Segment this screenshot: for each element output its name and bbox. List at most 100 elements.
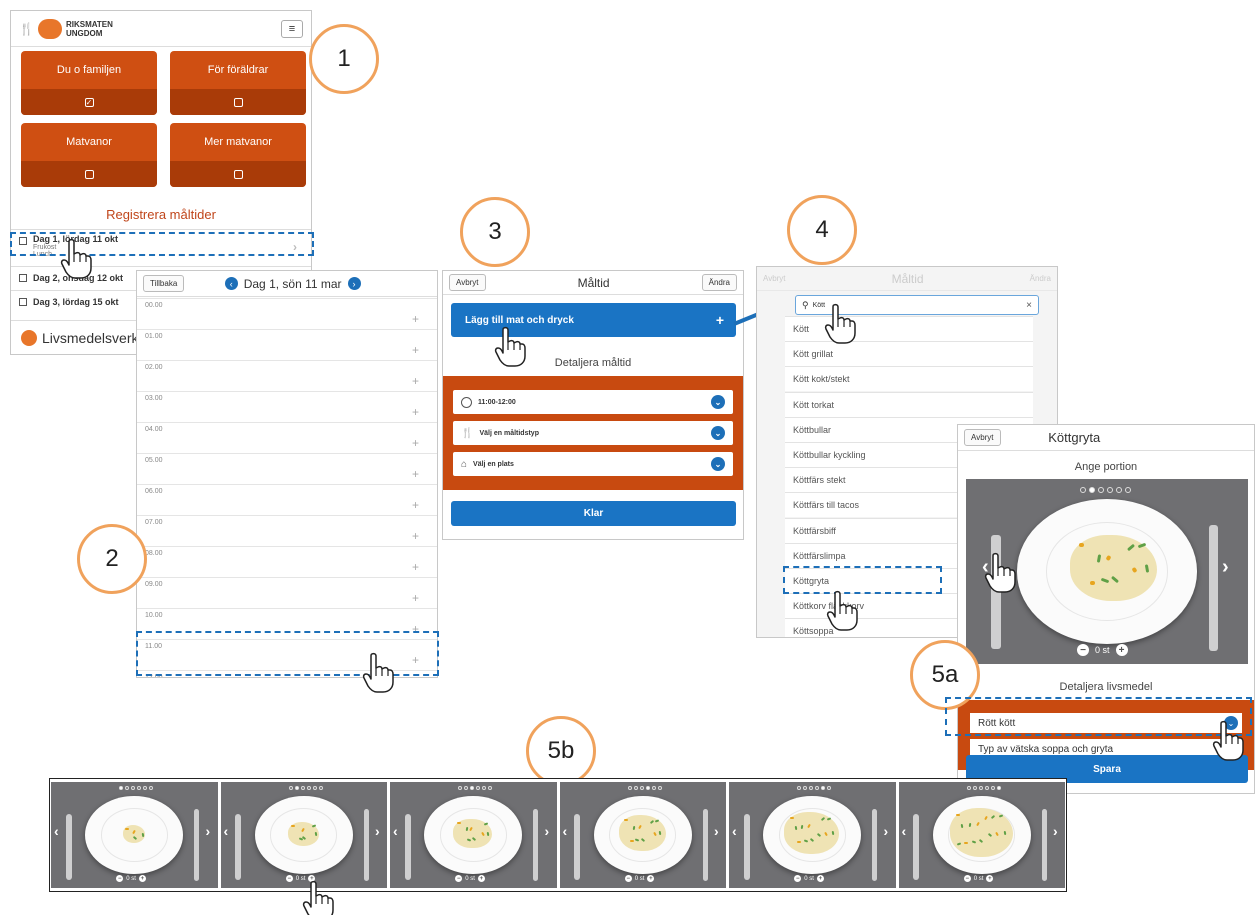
portion-dot[interactable]: [797, 786, 802, 790]
portion-dot[interactable]: [972, 786, 977, 790]
cancel-button[interactable]: Avbryt: [964, 429, 1001, 446]
portion-dot[interactable]: [803, 786, 808, 790]
portion-dot[interactable]: [633, 786, 638, 790]
next-portion-icon[interactable]: ›: [1053, 823, 1058, 839]
change-button-faded[interactable]: Ändra: [1030, 274, 1051, 283]
prev-portion-icon[interactable]: ‹: [54, 823, 59, 839]
hour-row[interactable]: 02.00 +: [137, 360, 437, 391]
plus-icon[interactable]: +: [138, 875, 146, 882]
portion-dot[interactable]: [978, 786, 983, 790]
portion-dot[interactable]: [300, 786, 305, 790]
portion-dot[interactable]: [809, 786, 814, 790]
minus-icon[interactable]: −: [116, 875, 124, 882]
portion-dot[interactable]: [143, 786, 148, 790]
hour-row[interactable]: 01.00 +: [137, 329, 437, 360]
minus-icon[interactable]: −: [1077, 644, 1089, 656]
food-result-item[interactable]: Kött torkat: [785, 391, 1033, 417]
back-button[interactable]: Tillbaka: [143, 275, 185, 292]
portion-dot[interactable]: [657, 786, 662, 790]
portion-dot[interactable]: [1125, 487, 1131, 493]
prev-portion-icon[interactable]: ‹: [563, 823, 568, 839]
next-portion-icon[interactable]: ›: [884, 823, 889, 839]
portion-dot[interactable]: [1116, 487, 1122, 493]
add-meal-plus-icon[interactable]: +: [412, 529, 419, 543]
food-result-item[interactable]: Kött kokt/stekt: [785, 366, 1033, 392]
plus-icon[interactable]: +: [477, 875, 485, 882]
portion-dot[interactable]: [1080, 487, 1086, 493]
next-day-icon[interactable]: ›: [347, 277, 361, 290]
portion-dot[interactable]: [482, 786, 487, 790]
prev-portion-icon[interactable]: ‹: [902, 823, 907, 839]
portion-dot[interactable]: [318, 786, 323, 790]
done-button[interactable]: Klar: [451, 501, 736, 526]
portion-dot[interactable]: [639, 786, 644, 790]
next-portion-icon[interactable]: ›: [375, 823, 380, 839]
portion-dot[interactable]: [131, 786, 136, 790]
prev-portion-icon[interactable]: ‹: [393, 823, 398, 839]
portion-dot[interactable]: [476, 786, 481, 790]
cancel-button[interactable]: Avbryt: [449, 274, 486, 291]
portion-dot[interactable]: [288, 786, 293, 790]
time-select[interactable]: 11:00-12:00 ⌄: [453, 390, 733, 414]
add-meal-plus-icon[interactable]: +: [412, 591, 419, 605]
portion-dot[interactable]: [119, 786, 124, 790]
prev-portion-icon[interactable]: ‹: [224, 823, 229, 839]
add-meal-plus-icon[interactable]: +: [412, 436, 419, 450]
add-meal-plus-icon[interactable]: +: [412, 374, 419, 388]
portion-dot[interactable]: [312, 786, 317, 790]
portion-dot[interactable]: [821, 786, 826, 790]
tile-mer-matvanor[interactable]: Mer matvanor: [170, 123, 306, 187]
next-portion-icon[interactable]: ›: [206, 823, 211, 839]
portion-dot[interactable]: [827, 786, 832, 790]
hour-row[interactable]: 06.00 +: [137, 484, 437, 515]
add-meal-plus-icon[interactable]: +: [412, 560, 419, 574]
portion-dot[interactable]: [125, 786, 130, 790]
next-portion-icon[interactable]: ›: [545, 823, 550, 839]
hour-row[interactable]: 04.00 +: [137, 422, 437, 453]
portion-dot[interactable]: [984, 786, 989, 790]
hour-row[interactable]: 09.00 +: [137, 577, 437, 608]
food-result-item[interactable]: Kött grillat: [785, 341, 1033, 367]
portion-dot[interactable]: [488, 786, 493, 790]
hour-row[interactable]: 03.00 +: [137, 391, 437, 422]
next-portion-icon[interactable]: ›: [714, 823, 719, 839]
prev-portion-icon[interactable]: ‹: [732, 823, 737, 839]
portion-dot[interactable]: [294, 786, 299, 790]
tile-du-o-familjen[interactable]: Du o familjen ✓: [21, 51, 157, 115]
add-meal-plus-icon[interactable]: +: [412, 467, 419, 481]
hamburger-icon[interactable]: ≡: [281, 19, 303, 38]
clear-icon[interactable]: ×: [1026, 300, 1032, 311]
next-portion-icon[interactable]: ›: [1222, 556, 1229, 579]
minus-icon[interactable]: −: [455, 875, 463, 882]
hour-row[interactable]: 00.00 +: [137, 298, 437, 329]
food-result-item[interactable]: Kött: [785, 316, 1033, 341]
portion-dot[interactable]: [464, 786, 469, 790]
add-meal-plus-icon[interactable]: +: [412, 312, 419, 326]
hour-row[interactable]: 05.00 +: [137, 453, 437, 484]
portion-dot[interactable]: [1107, 487, 1113, 493]
minus-icon[interactable]: −: [963, 875, 971, 882]
add-meal-plus-icon[interactable]: +: [412, 498, 419, 512]
add-meal-plus-icon[interactable]: +: [412, 405, 419, 419]
minus-icon[interactable]: −: [624, 875, 632, 882]
portion-dot[interactable]: [458, 786, 463, 790]
portion-dot[interactable]: [1089, 487, 1095, 493]
portion-dot[interactable]: [996, 786, 1001, 790]
portion-dot[interactable]: [645, 786, 650, 790]
hour-row[interactable]: 08.00 +: [137, 546, 437, 577]
portion-dot[interactable]: [1098, 487, 1104, 493]
place-select[interactable]: ⌂ Välj en plats ⌄: [453, 452, 733, 476]
portion-dot[interactable]: [651, 786, 656, 790]
portion-dot[interactable]: [627, 786, 632, 790]
hour-row[interactable]: 07.00 +: [137, 515, 437, 546]
portion-dot[interactable]: [990, 786, 995, 790]
plus-icon[interactable]: +: [1115, 644, 1128, 656]
portion-dot[interactable]: [306, 786, 311, 790]
meal-type-select[interactable]: 🍴 Välj en måltidstyp ⌄: [453, 421, 733, 445]
change-button[interactable]: Ändra: [701, 274, 737, 291]
portion-dot[interactable]: [137, 786, 142, 790]
minus-icon[interactable]: −: [285, 875, 293, 882]
cancel-button-faded[interactable]: Avbryt: [763, 274, 786, 283]
plus-icon[interactable]: +: [816, 875, 824, 882]
plus-icon[interactable]: +: [647, 875, 655, 882]
